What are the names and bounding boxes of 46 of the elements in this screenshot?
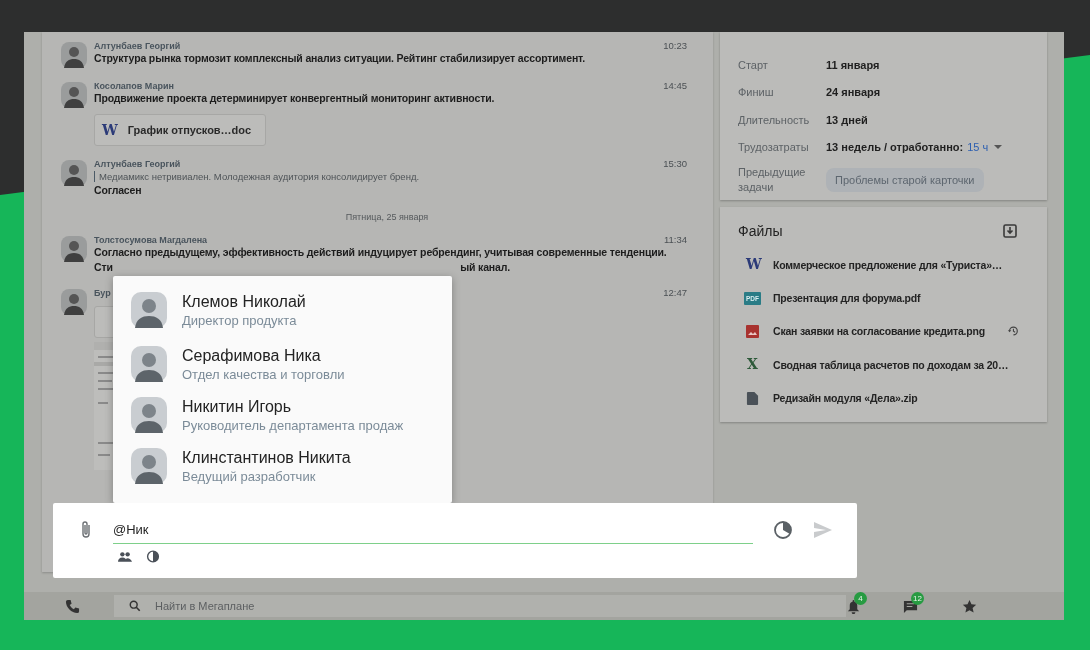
search-input[interactable]: Найти в Мегаплане xyxy=(153,599,846,613)
word-icon: W xyxy=(102,122,118,138)
field-value: 13 недель / отработанно: xyxy=(826,141,964,154)
field-value: 13 дней xyxy=(826,113,868,126)
message-time: 15:30 xyxy=(663,158,687,169)
author-name: Косолапов Марин xyxy=(94,80,174,91)
message-text: Согласно предыдущему, эффективность действий индуцирует ребрендинг, учитывая современные тенденции. xyxy=(94,245,668,260)
field-label: Старт xyxy=(738,58,769,71)
notification-count: 4 xyxy=(854,591,867,605)
message-text: Сти xyxy=(94,260,113,275)
message-text: Согласен xyxy=(94,183,143,198)
field-label: Длительность xyxy=(738,113,811,126)
file-link[interactable]: Коммерческое предложение для «Туриста»… xyxy=(773,258,1003,271)
mention-option[interactable]: Клинстантинов Никита Ведущий разработчик xyxy=(113,439,452,493)
mention-option[interactable]: Никитин Игорь Руководитель департамента продаж xyxy=(113,391,452,439)
file-link[interactable]: Презентация для форума.pdf xyxy=(773,292,921,305)
files-title: Файлы xyxy=(738,223,783,239)
file-link[interactable]: Редизайн модуля «Дела».zip xyxy=(773,392,918,405)
message-time: 11:34 xyxy=(663,234,687,245)
author-name: Алтунбаев Георгий xyxy=(94,158,181,169)
author-name: Бур xyxy=(94,287,111,298)
file-link[interactable]: Скан заявки на согласование кредита.png xyxy=(773,325,985,338)
message-input[interactable]: @Ник xyxy=(113,520,373,538)
mention-option[interactable]: Серафимова Ника Отдел качества и торговли xyxy=(113,337,452,391)
message-text: Структура рынка тормозит комплексный анализ ситуации. Рейтинг стабилизирует ассортимент. xyxy=(94,51,586,66)
field-label: Предыдущие задачи xyxy=(738,165,807,195)
message-time: 12:47 xyxy=(663,287,687,298)
message-count: 12 xyxy=(911,591,924,605)
author-name: Алтунбаев Георгий xyxy=(94,40,181,51)
message-field[interactable]: @Ник xyxy=(113,515,753,544)
mention-option[interactable]: Клемов Николай Директор продукта xyxy=(113,283,452,337)
date-separator: Пятница, 25 января xyxy=(345,212,429,222)
author-name: Толстосумова Магдалена xyxy=(94,234,208,245)
message-text: Продвижение проекта детерминирует конвергентный мониторинг активности. xyxy=(94,91,496,106)
attachment-chip[interactable]: W График отпусков…doc xyxy=(94,114,267,146)
file-link[interactable]: Сводная таблица расчетов по доходам за 20… xyxy=(773,358,1009,371)
field-value: 24 января xyxy=(826,86,881,99)
quoted-text: Медиамикс нетривиален. Молодежная аудитория консолидирует бренд. xyxy=(94,171,687,182)
field-label: Финиш xyxy=(738,86,775,99)
message-time: 14:45 xyxy=(663,80,687,91)
message-time: 10:23 xyxy=(663,40,687,51)
spreadsheet-icon: X xyxy=(746,358,759,372)
message-text: ый канал. xyxy=(460,260,510,275)
search-field[interactable]: Найти в Мегаплане xyxy=(114,595,846,617)
field-label: Трудозатраты xyxy=(738,141,810,154)
field-value: 11 января xyxy=(826,58,880,71)
